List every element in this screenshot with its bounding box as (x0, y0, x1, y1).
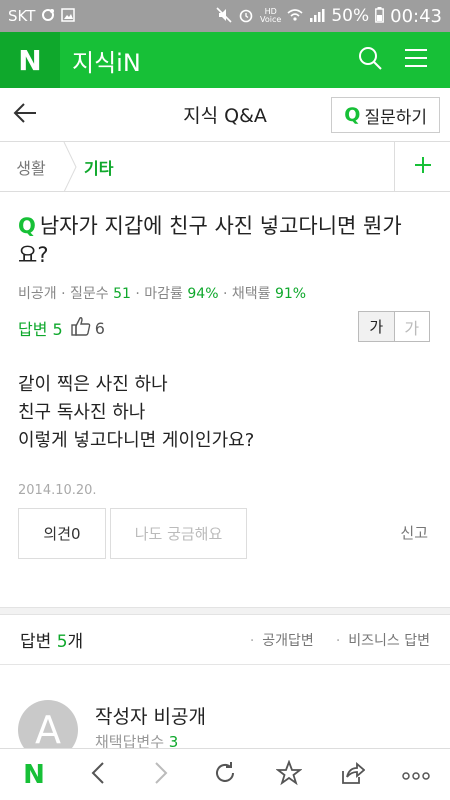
like-button[interactable]: 6 (71, 316, 105, 340)
answers-label: 답변 (20, 632, 52, 652)
q-icon: Q (18, 214, 36, 238)
question-meta: 비공개 · 질문수 51 · 마감률 94% · 채택률 91% (18, 286, 307, 302)
ask-question-button[interactable]: Q 질문하기 (331, 97, 440, 133)
plus-icon (414, 156, 432, 178)
back-nav-button[interactable] (78, 755, 118, 795)
browser-toolbar: N (0, 748, 450, 800)
chevron-right-icon (62, 141, 78, 192)
back-button[interactable] (0, 88, 50, 142)
battery-icon (375, 6, 385, 26)
question-title: Q 남자가 지갑에 친구 사진 넣고다니면 뭔가요? (18, 212, 430, 270)
asker-name: 비공개 (18, 286, 57, 302)
question-body: 같이 찍은 사진 하나 친구 독사진 하나 이렇게 넣고다니면 게이인가요? (18, 371, 254, 455)
alarm-icon (238, 7, 254, 26)
app-title[interactable]: 지식iN (72, 43, 141, 78)
refresh-icon (213, 761, 237, 789)
carrier-label: SKT (8, 7, 36, 25)
breadcrumb-item-life[interactable]: 생활 (0, 155, 62, 179)
question-body-line: 같이 찍은 사진 하나 (18, 374, 168, 395)
answer-author: 작성자 비공개 (95, 706, 206, 728)
app-header: N 지식iN (0, 32, 450, 88)
opinion-button[interactable]: 의견 0 (18, 508, 106, 559)
question-title-text: 남자가 지갑에 친구 사진 넣고다니면 뭔가요? (18, 214, 402, 267)
refresh-button[interactable] (205, 755, 245, 795)
question-body-line: 이렇게 넣고다니면 게이인가요? (18, 430, 255, 451)
q-icon: Q (344, 104, 361, 126)
bookmark-button[interactable] (269, 755, 309, 795)
status-bar: SKT HD Voice 50% 00:43 (0, 0, 450, 32)
wifi-icon (287, 8, 303, 25)
answer-count: 5 (52, 320, 63, 339)
adopt-rate: 91% (274, 286, 307, 302)
deadline-rate-label: 마감률 (144, 286, 183, 302)
filter-public-answers[interactable]: 공개답변 (250, 630, 314, 650)
naver-home-button[interactable]: N (14, 755, 54, 795)
more-menu-button[interactable] (396, 755, 436, 795)
star-icon (274, 758, 303, 790)
naver-logo-button[interactable]: N (0, 32, 60, 88)
filter-business-answers[interactable]: 비즈니스 답변 (336, 630, 430, 650)
signal-icon (309, 8, 325, 25)
question-stats: 답변 5 6 (18, 316, 105, 340)
like-count: 6 (94, 318, 105, 338)
question-count: 51 (113, 286, 131, 302)
deadline-rate: 94% (187, 286, 219, 302)
answers-number: 5 (56, 632, 68, 652)
me-too-curious-button[interactable]: 나도 궁금해요 (110, 508, 247, 559)
opinion-label: 의견 (43, 525, 72, 543)
hd-voice-icon: HD Voice (260, 8, 281, 24)
section-divider (0, 607, 450, 615)
search-icon[interactable] (358, 46, 382, 74)
share-icon (339, 761, 366, 789)
answer-count-link[interactable]: 답변 5 (18, 316, 63, 340)
answers-unit: 개 (67, 632, 84, 652)
answers-count: 답변 5개 (20, 627, 83, 652)
thumbs-up-icon (71, 316, 91, 340)
voice-label: Voice (260, 15, 282, 24)
question-date: 2014.10.20. (18, 483, 97, 498)
chevron-left-icon (91, 761, 105, 789)
menu-icon[interactable] (404, 47, 428, 73)
sync-icon (41, 8, 55, 25)
sub-header: 지식 Q&A Q 질문하기 (0, 88, 450, 142)
add-category-button[interactable] (394, 142, 450, 192)
font-small-button[interactable]: 가 (359, 312, 395, 341)
font-large-button[interactable]: 가 (395, 312, 430, 341)
question-count-label: 질문수 (70, 286, 109, 302)
more-dots-icon (402, 765, 430, 784)
chevron-right-icon (154, 761, 168, 789)
answers-header: 답변 5개 공개답변 비즈니스 답변 (0, 615, 450, 665)
share-button[interactable] (332, 755, 372, 795)
adopt-rate-label: 채택률 (231, 286, 271, 302)
breadcrumb-item-etc[interactable]: 기타 (84, 155, 113, 179)
battery-percent: 50% (331, 6, 370, 26)
clock: 00:43 (390, 5, 442, 27)
ask-question-label: 질문하기 (364, 107, 427, 128)
question-body-line: 친구 독사진 하나 (18, 402, 146, 423)
font-size-toggle: 가 가 (358, 311, 430, 342)
image-icon (61, 7, 76, 25)
forward-nav-button[interactable] (141, 755, 181, 795)
report-link[interactable]: 신고 (400, 522, 428, 543)
mute-icon (216, 6, 232, 26)
arrow-left-icon (13, 102, 37, 127)
breadcrumb: 생활 기타 (0, 141, 450, 192)
answer-label: 답변 (18, 320, 48, 339)
opinion-count: 0 (71, 524, 81, 543)
